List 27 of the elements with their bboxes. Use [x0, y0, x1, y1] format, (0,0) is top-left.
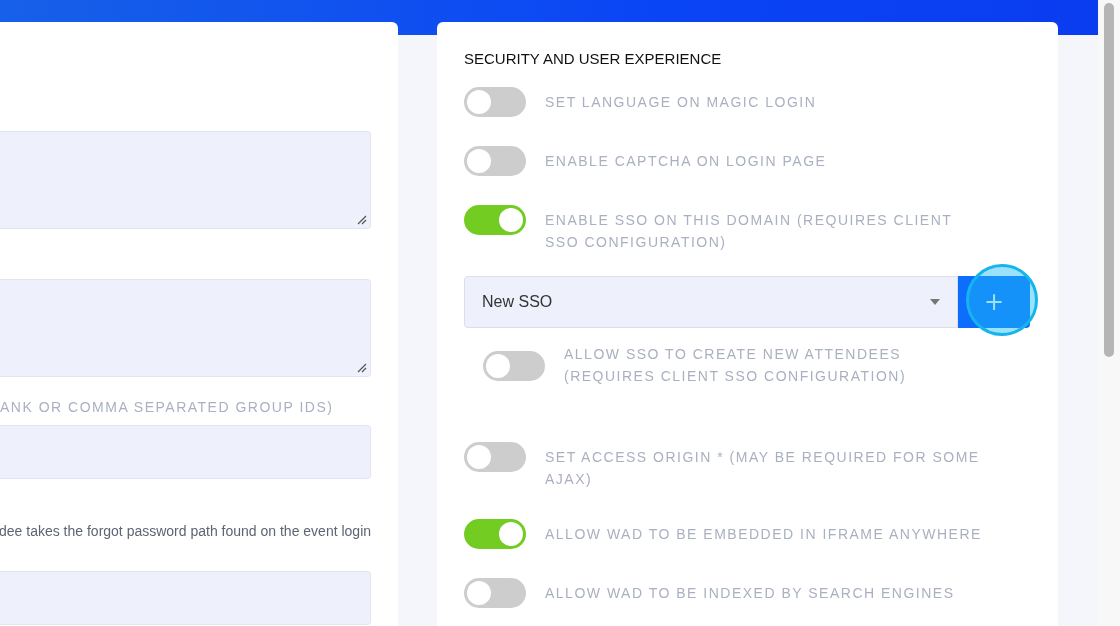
input-field[interactable]: [0, 425, 371, 479]
toggle-switch[interactable]: [483, 351, 545, 381]
toggle-label: ALLOW WAD TO BE EMBEDDED IN IFRAME ANYWHERE: [545, 525, 982, 544]
toggle-label: ENABLE SSO ON THIS DOMAIN (REQUIRES CLIENT SSO CONFIGURATION): [545, 211, 954, 252]
sso-select[interactable]: New SSO: [464, 276, 958, 328]
toggle-switch[interactable]: [464, 578, 526, 608]
toggle-label: SET LANGUAGE ON MAGIC LOGIN: [545, 93, 817, 112]
toggle-label: ALLOW WAD TO BE INDEXED BY SEARCH ENGINES: [545, 584, 955, 603]
toggle-label: SET ACCESS ORIGIN * (MAY BE REQUIRED FOR SOME AJAX): [545, 448, 981, 489]
toggle-switch[interactable]: [464, 442, 526, 472]
dropdown-caret-icon: [929, 298, 941, 306]
resize-grip-icon: [357, 363, 367, 373]
field-label: ANK OR COMMA SEPARATED GROUP IDS): [0, 399, 335, 415]
toggle-switch[interactable]: [464, 205, 526, 235]
toggle-label: ALLOW SSO TO CREATE NEW ATTENDEES (REQUIRES CLIENT SSO CONFIGURATION): [564, 345, 908, 386]
input-field[interactable]: [0, 571, 371, 625]
text-area[interactable]: [0, 279, 371, 377]
scrollbar[interactable]: [1098, 0, 1120, 626]
toggle-switch[interactable]: [464, 146, 526, 176]
resize-grip-icon: [357, 215, 367, 225]
field-description: dee takes the forgot password path found on the event login: [0, 523, 371, 539]
toggle-label: ENABLE CAPTCHA ON LOGIN PAGE: [545, 152, 827, 171]
toggle-switch[interactable]: [464, 519, 526, 549]
text-area[interactable]: [0, 131, 371, 229]
toggle-switch[interactable]: [464, 87, 526, 117]
scrollbar-thumb[interactable]: [1104, 3, 1114, 357]
section-title: SECURITY AND USER EXPERIENCE: [464, 50, 723, 67]
